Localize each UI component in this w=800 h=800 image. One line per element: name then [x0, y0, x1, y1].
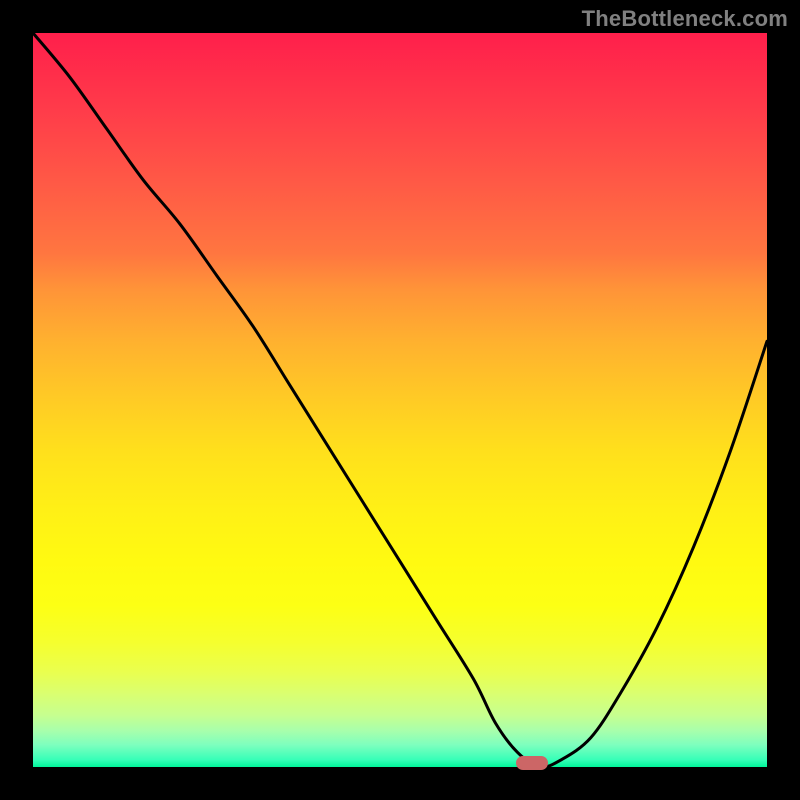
bottleneck-curve [33, 33, 767, 767]
optimal-marker [516, 756, 548, 770]
chart-frame: TheBottleneck.com [0, 0, 800, 800]
plot-area [33, 33, 767, 767]
watermark-text: TheBottleneck.com [582, 6, 788, 32]
